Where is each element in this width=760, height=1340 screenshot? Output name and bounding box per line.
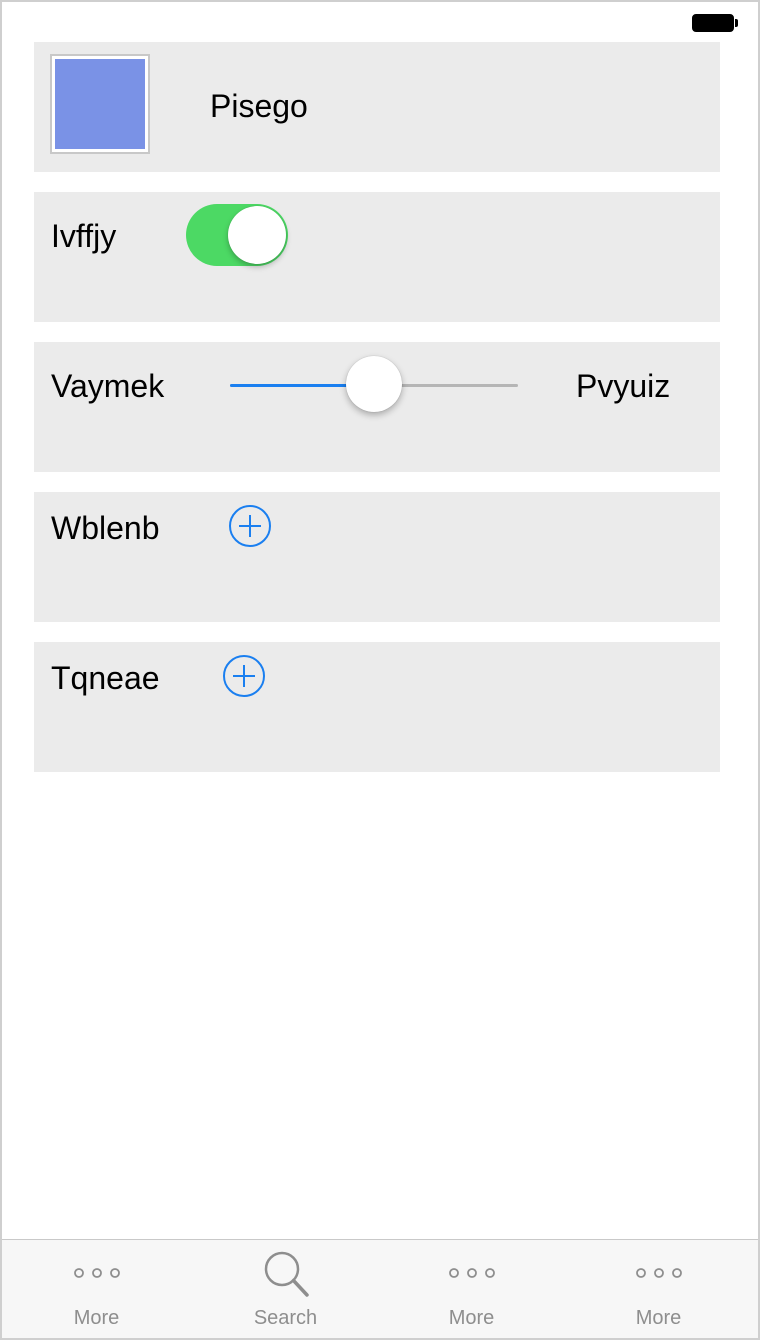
battery-icon <box>692 14 734 32</box>
tab-label: More <box>448 1307 495 1329</box>
slider-thumb[interactable] <box>346 356 402 412</box>
slider-row-label: Vaymek <box>51 368 165 404</box>
color-swatch-button[interactable] <box>50 54 150 154</box>
color-row-label: Pisego <box>210 88 308 124</box>
app-screen: Pisego Ivffjy Vaymek Pvyuiz Wblenb Tqnea… <box>0 0 760 1340</box>
slider-value-label: Pvyuiz <box>576 368 671 404</box>
plus-circle-icon[interactable] <box>228 504 272 548</box>
tab-more-3[interactable]: More <box>564 1240 753 1338</box>
color-swatch <box>55 59 145 149</box>
tab-more-2[interactable]: More <box>377 1240 566 1338</box>
color-row: Pisego <box>34 42 720 172</box>
add-row-tqneae: Tqneae <box>34 642 720 772</box>
add-row-label: Tqneae <box>51 660 160 696</box>
battery-tip <box>735 19 738 27</box>
tab-label: More <box>73 1307 120 1329</box>
toggle-switch[interactable] <box>186 204 288 266</box>
tab-label: More <box>635 1307 682 1329</box>
tab-label: Search <box>253 1307 318 1329</box>
search-icon <box>264 1251 309 1297</box>
tab-search[interactable]: Search <box>191 1240 380 1338</box>
more-dots-icon <box>635 1268 682 1278</box>
add-row-label: Wblenb <box>51 510 160 546</box>
more-dots-icon <box>448 1268 495 1278</box>
toggle-row-label: Ivffjy <box>51 218 117 254</box>
add-row-wblenb: Wblenb <box>34 492 720 622</box>
toggle-knob[interactable] <box>228 206 286 264</box>
slider[interactable] <box>230 352 518 416</box>
tab-bar: More Search More More <box>2 1239 758 1338</box>
toggle-row: Ivffjy <box>34 192 720 322</box>
plus-circle-icon[interactable] <box>222 654 266 698</box>
slider-row: Vaymek Pvyuiz <box>34 342 720 472</box>
tab-more-1[interactable]: More <box>2 1240 191 1338</box>
more-dots-icon <box>73 1268 120 1278</box>
